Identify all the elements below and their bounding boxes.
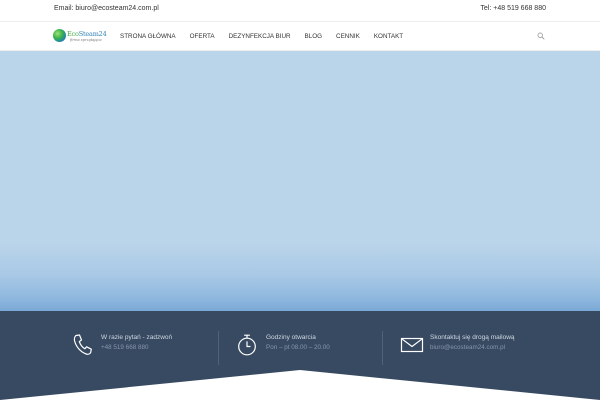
phone-icon <box>73 334 92 355</box>
logo-brand: EcoSteam24 <box>67 30 107 38</box>
nav-item-blog[interactable]: Blog <box>298 33 330 40</box>
site-logo[interactable]: EcoSteam24 firma sprzątająca <box>53 28 107 46</box>
section-divider-wedge <box>0 370 600 400</box>
info-call-title: W razie pytań - zadzwoń <box>101 334 173 341</box>
info-divider <box>218 331 219 365</box>
top-contact-bar: Email: biuro@ecosteam24.com.pl Tel: +48 … <box>0 0 600 22</box>
logo-globe-icon <box>53 29 66 42</box>
info-divider <box>382 331 383 365</box>
search-icon[interactable] <box>537 32 545 40</box>
info-hours-value: Pon – pt 08.00 – 20.00 <box>266 344 330 351</box>
envelope-icon <box>400 337 424 353</box>
info-mail-value[interactable]: biuro@ecosteam24.com.pl <box>430 344 505 351</box>
stopwatch-icon <box>238 334 256 356</box>
nav-item-pricing[interactable]: Cennik <box>329 33 367 40</box>
logo-tagline: firma sprzątająca <box>70 38 102 42</box>
topbar-phone[interactable]: Tel: +48 519 668 880 <box>480 5 546 12</box>
nav-item-offer[interactable]: Oferta <box>183 33 222 40</box>
info-call-value[interactable]: +48 519 668 880 <box>101 344 148 351</box>
info-mail: Skontaktuj się drogą mailową biuro@ecost… <box>400 331 560 371</box>
hero-banner <box>0 51 600 311</box>
info-hours-title: Godziny otwarcia <box>266 334 316 341</box>
info-mail-title: Skontaktuj się drogą mailową <box>430 334 515 341</box>
contact-info-band: W razie pytań - zadzwoń +48 519 668 880 … <box>0 311 600 400</box>
site-header: EcoSteam24 firma sprzątająca Strona głów… <box>0 22 600 51</box>
main-nav: Strona główna Oferta Dezynfekcja biur Bl… <box>113 22 410 51</box>
nav-item-contact[interactable]: Kontakt <box>367 33 410 40</box>
nav-item-home[interactable]: Strona główna <box>113 33 183 40</box>
page: Email: biuro@ecosteam24.com.pl Tel: +48 … <box>0 0 600 400</box>
info-call: W razie pytań - zadzwoń +48 519 668 880 <box>72 331 212 371</box>
info-hours: Godziny otwarcia Pon – pt 08.00 – 20.00 <box>236 331 376 371</box>
topbar-email[interactable]: Email: biuro@ecosteam24.com.pl <box>54 5 159 12</box>
nav-item-office-disinfection[interactable]: Dezynfekcja biur <box>222 33 298 40</box>
